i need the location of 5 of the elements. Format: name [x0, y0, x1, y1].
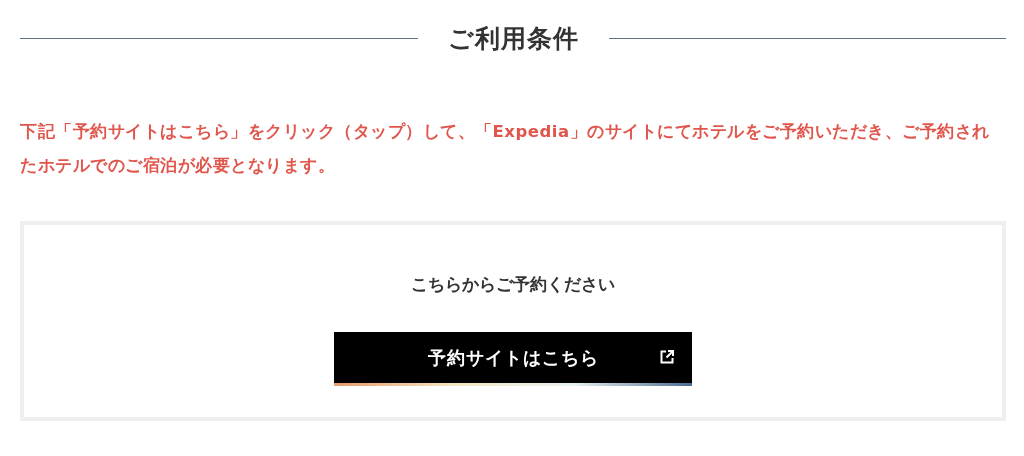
notice-text: 下記「予約サイトはこちら」をクリック（タップ）して、「Expedia」のサイトにてホテルをご予約いただき、ご予約されたホテルでのご宿泊が必要となります。 — [20, 121, 991, 177]
external-link-icon — [660, 350, 674, 364]
prompt-text: こちらからご予約ください — [411, 273, 615, 296]
booking-site-button[interactable]: 予約サイトはこちら — [334, 332, 692, 386]
section-title: ご利用条件 — [447, 23, 579, 55]
